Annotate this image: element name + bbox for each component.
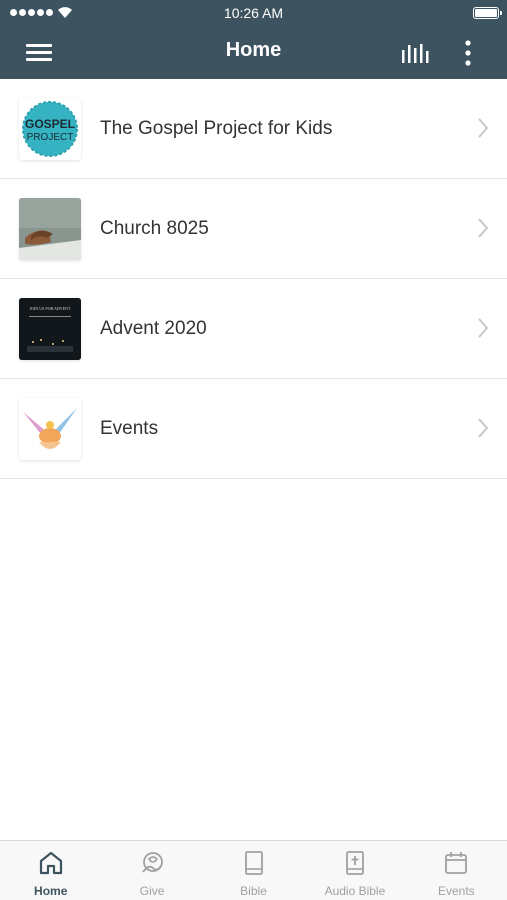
list-item-advent-2020[interactable]: JOIN US FOR ADVENT Advent 2020 [0, 279, 507, 379]
audio-levels-button[interactable] [393, 36, 437, 70]
nav-bar: Home [0, 26, 507, 79]
home-icon [39, 851, 62, 875]
more-vertical-icon [465, 40, 471, 66]
bible-icon [244, 851, 263, 875]
tab-bible[interactable]: Bible [203, 841, 304, 900]
gospel-project-thumbnail: GOSPEL PROJECT [19, 98, 81, 160]
tab-give[interactable]: Give [101, 841, 202, 900]
tab-audio-bible[interactable]: Audio Bible [304, 841, 405, 900]
events-icon [445, 852, 468, 874]
tab-give-label: Give [139, 884, 165, 898]
tab-audio-bible-label: Audio Bible [324, 884, 386, 898]
advent-2020-thumbnail: JOIN US FOR ADVENT [19, 298, 81, 360]
list-item-gospel-project[interactable]: GOSPEL PROJECT The Gospel Project for Ki… [0, 79, 507, 179]
audio-levels-icon [402, 44, 429, 63]
audio-bible-icon [346, 851, 364, 875]
chevron-right-icon [478, 418, 489, 438]
chevron-right-icon [478, 318, 489, 338]
tab-home-label: Home [34, 884, 68, 898]
gospel-thumb-line2: PROJECT [27, 132, 74, 143]
status-bar: 10:26 AM [0, 0, 507, 26]
tab-events[interactable]: Events [406, 841, 507, 900]
tab-home[interactable]: Home [0, 841, 101, 900]
tab-bar: Home Give Bible Audio Bible Events [0, 840, 507, 900]
tab-events-label: Events [437, 884, 475, 898]
events-thumbnail [19, 398, 81, 460]
chevron-right-icon [478, 218, 489, 238]
advent-thumb-text: JOIN US FOR ADVENT [30, 306, 71, 311]
list-item-label: Events [100, 418, 159, 439]
chevron-right-icon [478, 118, 489, 138]
tab-bible-label: Bible [240, 884, 267, 898]
list-item-church-8025[interactable]: Church 8025 [0, 179, 507, 279]
give-icon [142, 852, 164, 873]
status-time: 10:26 AM [223, 5, 284, 21]
battery-icon [473, 7, 502, 19]
list-item-label: Advent 2020 [100, 318, 207, 339]
list-item-label: The Gospel Project for Kids [100, 118, 333, 139]
content-list: GOSPEL PROJECT The Gospel Project for Ki… [0, 79, 507, 479]
gospel-thumb-line1: GOSPEL [25, 117, 75, 131]
list-item-label: Church 8025 [100, 218, 209, 239]
more-options-button[interactable] [452, 36, 484, 70]
list-item-events[interactable]: Events [0, 379, 507, 479]
church-8025-thumbnail [19, 198, 81, 260]
